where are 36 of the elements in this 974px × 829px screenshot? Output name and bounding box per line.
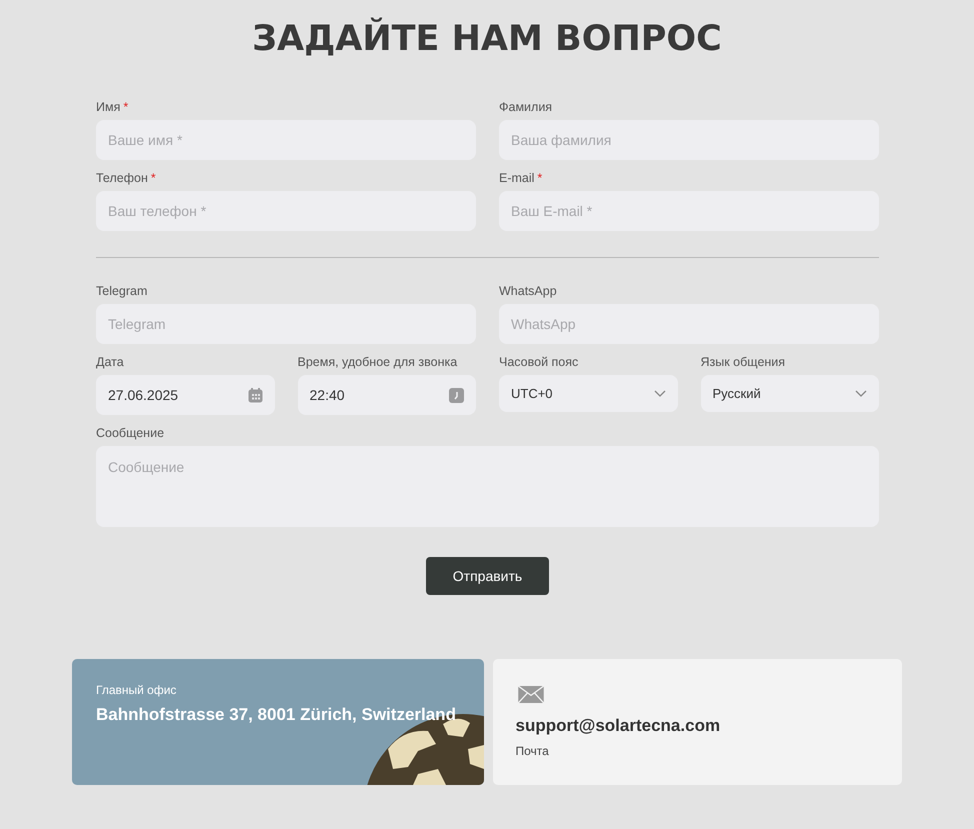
chevron-down-icon xyxy=(855,390,867,397)
field-label: Время, удобное для звонка xyxy=(298,355,458,369)
date-field[interactable]: 27.06.2025 xyxy=(96,375,274,415)
input-field[interactable]: Ваш E-mail * xyxy=(499,191,879,231)
field-label: Фамилия xyxy=(499,100,552,114)
envelope-icon xyxy=(516,686,546,703)
field-label: Часовой пояс xyxy=(499,355,578,369)
chevron-down-icon xyxy=(654,390,666,397)
input-field[interactable]: Ваша фамилия xyxy=(499,120,879,160)
office-label: Главный офис xyxy=(96,683,178,697)
field-label: WhatsApp xyxy=(499,284,557,298)
required-mark: * xyxy=(123,100,128,114)
required-mark: * xyxy=(537,171,542,185)
input-field[interactable]: Ваш телефон * xyxy=(96,191,476,231)
clock-icon[interactable] xyxy=(449,388,464,402)
field-label: Дата xyxy=(96,355,124,369)
submit-button[interactable]: Отправить xyxy=(426,557,549,595)
input-field[interactable]: Telegram xyxy=(96,304,476,344)
field-label: Телефон xyxy=(96,171,148,185)
page-title: ЗАДАЙТЕ НАМ ВОПРОС xyxy=(251,18,723,60)
field-label: Telegram xyxy=(96,284,148,298)
input-field[interactable]: Ваше имя * xyxy=(96,120,476,160)
input-field[interactable]: WhatsApp xyxy=(499,304,879,344)
contact-label: Почта xyxy=(516,744,549,758)
time-field[interactable]: 22:40 xyxy=(298,375,476,415)
field-label: Имя xyxy=(96,100,120,114)
office-address: Bahnhofstrasse 37, 8001 Zürich, Switzerland xyxy=(96,705,457,725)
field-label: Сообщение xyxy=(96,426,164,440)
field-label: Язык общения xyxy=(700,355,786,369)
field-label: E-mail xyxy=(499,171,534,185)
calendar-icon[interactable] xyxy=(248,388,262,402)
message-field[interactable]: Сообщение xyxy=(96,446,879,527)
select-field[interactable]: Русский xyxy=(700,375,879,412)
email-link[interactable]: support@solartecna.com xyxy=(516,716,720,736)
select-field[interactable]: UTC+0 xyxy=(499,375,678,412)
required-mark: * xyxy=(150,171,156,185)
